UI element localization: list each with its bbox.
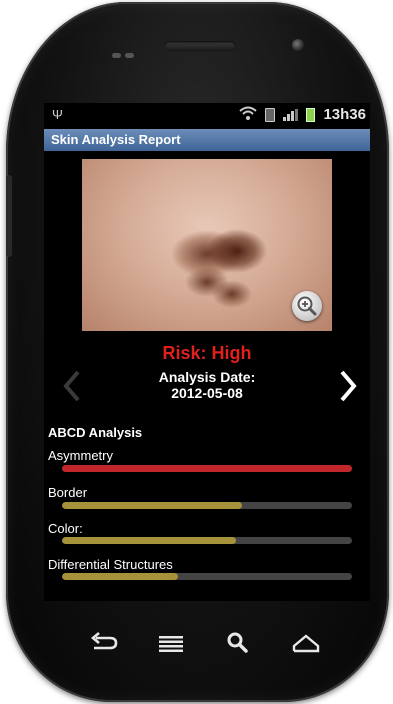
wifi-icon [239,106,258,123]
abcd-analysis-title: ABCD Analysis [48,425,143,440]
app-screen: Ψ 13h36 Skin Analysis Report Risk: High … [44,103,370,601]
risk-level: Risk: High [162,343,252,363]
usb-icon: Ψ [52,107,63,122]
asymmetry-bar-fill [62,465,352,472]
next-report-button[interactable] [334,369,362,403]
metric-label-differential-structures: Differential Structures [48,557,173,572]
color-bar-fill [62,537,236,544]
search-button[interactable] [220,628,256,658]
menu-icon [153,636,189,662]
lesion-photo[interactable] [82,159,332,331]
home-button[interactable] [288,628,324,658]
front-camera [292,39,304,51]
search-icon [220,632,256,662]
signal-icon [283,108,299,121]
asymmetry-bar [62,465,352,472]
menu-button[interactable] [153,628,189,658]
color-bar [62,537,352,544]
home-icon [288,634,324,662]
border-bar [62,502,352,509]
back-button[interactable] [86,628,122,658]
differential-structures-bar [62,573,352,580]
status-clock: 13h36 [323,106,366,123]
zoom-button[interactable] [292,291,322,321]
volume-key[interactable] [6,175,12,257]
chevron-right-icon [334,370,362,407]
back-icon [86,632,122,662]
border-bar-fill [62,502,242,509]
sensor-dots [112,45,138,63]
app-title-bar: Skin Analysis Report [44,129,370,151]
differential-structures-bar-fill [62,573,178,580]
metric-label-asymmetry: Asymmetry [48,448,113,463]
status-bar: Ψ 13h36 [44,103,370,127]
earpiece-speaker [164,41,236,51]
metric-label-border: Border [48,485,88,500]
app-title: Skin Analysis Report [51,132,181,147]
sim-icon [265,107,276,122]
battery-icon [306,107,316,122]
analysis-date-value: 2012-05-08 [171,385,243,401]
analysis-date-label: Analysis Date: [158,369,256,385]
metric-label-color: Color: [48,521,83,536]
